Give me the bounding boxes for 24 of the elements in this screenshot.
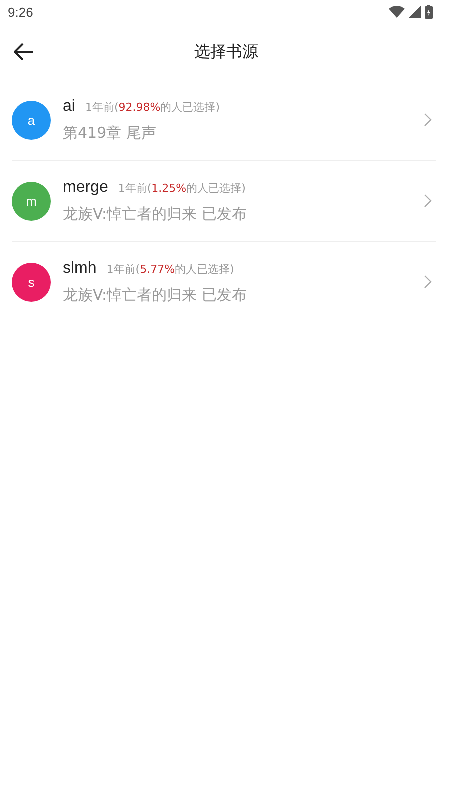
source-item[interactable]: s slmh 1年前(5.77%的人已选择) 龙族V:悼亡者的归来 已发布	[12, 242, 436, 322]
chevron-icon	[424, 194, 432, 208]
back-arrow-icon	[14, 43, 34, 61]
source-meta: 1年前(1.25%的人已选择)	[118, 180, 246, 196]
chevron-icon	[424, 275, 432, 289]
avatar: m	[12, 182, 51, 220]
signal-icon	[409, 6, 421, 18]
source-name: merge	[63, 178, 108, 196]
source-name: slmh	[63, 260, 97, 278]
avatar: a	[12, 100, 51, 140]
source-item[interactable]: a ai 1年前(92.98%的人已选择) 第419章 尾声	[12, 80, 436, 161]
source-meta: 1年前(5.77%的人已选择)	[106, 262, 234, 276]
avatar: s	[12, 262, 51, 302]
latest-chapter: 龙族V:悼亡者的归来 已发布	[63, 204, 248, 224]
page-title: 选择书源	[194, 42, 258, 62]
latest-chapter: 龙族V:悼亡者的归来 已发布	[63, 286, 248, 304]
chevron-icon	[424, 113, 432, 127]
status-time: 9:26	[8, 4, 34, 20]
source-item[interactable]: m merge 1年前(1.25%的人已选择) 龙族V:悼亡者的归来 已发布	[12, 161, 436, 242]
battery-icon	[425, 5, 433, 19]
wifi-icon	[389, 6, 405, 18]
latest-chapter: 第419章 尾声	[63, 124, 158, 142]
source-name: ai	[63, 98, 76, 116]
source-meta: 1年前(92.98%的人已选择)	[85, 100, 220, 114]
